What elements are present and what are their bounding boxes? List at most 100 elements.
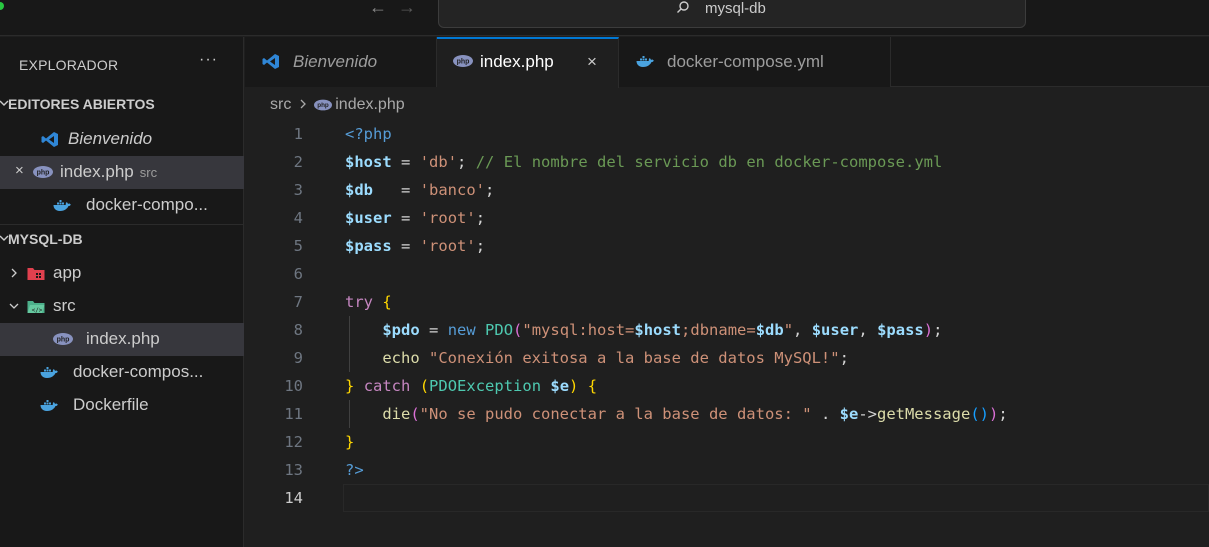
code-line[interactable]: 10 } catch (PDOException $e) { xyxy=(245,372,1209,400)
line-number: 6 xyxy=(293,265,303,283)
open-editors-section[interactable]: EDITORES ABIERTOS xyxy=(0,90,244,120)
svg-text:php: php xyxy=(37,170,50,177)
php-icon: php xyxy=(453,55,473,67)
tree-item-label: Dockerfile xyxy=(73,395,149,414)
open-editor-label: index.php xyxy=(60,162,134,181)
tree-item-dockerfile[interactable]: Dockerfile xyxy=(0,389,244,422)
line-number: 5 xyxy=(293,237,303,255)
php-icon: php xyxy=(53,333,73,345)
command-center-text: mysql-db xyxy=(705,0,766,17)
line-number: 13 xyxy=(284,461,303,479)
tab-label: Bienvenido xyxy=(293,52,378,71)
explorer-title: EXPLORADOR xyxy=(19,57,119,73)
line-number: 2 xyxy=(293,153,303,171)
breadcrumb-folder[interactable]: src xyxy=(270,96,291,113)
breadcrumb: src php index.php xyxy=(270,96,405,118)
line-number: 8 xyxy=(293,321,303,339)
code-line[interactable]: 12} xyxy=(245,428,1209,456)
code-line[interactable]: 5 $pass = 'root'; xyxy=(245,232,1209,260)
open-editor-item-index-php[interactable]: × php index.php src xyxy=(0,156,244,189)
vscode-icon xyxy=(262,54,279,69)
current-line-highlight xyxy=(343,484,1209,512)
chevron-down-icon xyxy=(9,303,19,309)
explorer-header: EXPLORADOR ··· xyxy=(0,37,244,89)
workspace-section[interactable]: MYSQL-DB xyxy=(0,224,244,254)
code-text: $db = 'banco'; xyxy=(345,181,495,199)
docker-icon xyxy=(40,400,58,411)
code-text: $user = 'root'; xyxy=(345,209,486,227)
code-text: } catch (PDOException $e) { xyxy=(345,377,598,395)
vscode-icon xyxy=(41,132,58,147)
open-editor-item-docker-compose[interactable]: docker-compo... xyxy=(0,189,244,222)
code-text: $pass = 'root'; xyxy=(345,237,486,255)
docker-icon xyxy=(53,200,71,211)
code-line[interactable]: 9 echo "Conexión exitosa a la base de da… xyxy=(245,344,1209,372)
code-line[interactable]: 11 die("No se pudo conectar a la base de… xyxy=(245,400,1209,428)
chevron-right-icon xyxy=(300,99,306,109)
search-icon xyxy=(677,1,689,13)
back-arrow-icon[interactable]: ← xyxy=(369,0,387,16)
code-line[interactable]: 13 ?> xyxy=(245,456,1209,484)
tree-item-label: app xyxy=(53,263,82,282)
line-number: 7 xyxy=(293,293,303,311)
code-line[interactable]: 6 xyxy=(245,260,1209,288)
open-editors-label: EDITORES ABIERTOS xyxy=(8,96,155,112)
tree-item-index-php[interactable]: php index.php xyxy=(0,323,244,356)
php-icon: php xyxy=(33,166,53,178)
line-number: 9 xyxy=(293,349,303,367)
folder-app-icon xyxy=(27,268,45,280)
line-number: 3 xyxy=(293,181,303,199)
code-text: ?> xyxy=(345,461,364,479)
close-icon[interactable]: × xyxy=(587,52,597,72)
open-editor-label: Bienvenido xyxy=(68,129,153,148)
tree-item-docker-compose[interactable]: docker-compos... xyxy=(0,356,244,389)
tab-label: docker-compose.yml xyxy=(667,52,824,71)
code-line[interactable]: 14 xyxy=(245,484,1209,512)
editor-tab-bar: Bienvenido php index.php × docker-compos… xyxy=(245,37,1209,88)
explorer-sidebar: EXPLORADOR ··· EDITORES ABIERTOS Bienven… xyxy=(0,37,244,547)
tree-item-app[interactable]: app xyxy=(0,257,244,290)
code-line[interactable]: 7 try { xyxy=(245,288,1209,316)
code-editor[interactable]: 1 <?php 2 $host = 'db'; // El nombre del se… xyxy=(245,120,1209,547)
docker-icon xyxy=(40,367,58,378)
tree-item-label: docker-compos... xyxy=(73,362,204,381)
folder-src-icon: </> xyxy=(27,301,45,314)
tab-docker-compose[interactable]: docker-compose.yml xyxy=(619,37,891,87)
code-text: die("No se pudo conectar a la base de da… xyxy=(382,405,1008,423)
open-editor-item-bienvenido[interactable]: Bienvenido xyxy=(0,123,244,156)
code-text: } xyxy=(345,433,355,451)
docker-icon xyxy=(636,56,654,67)
tree-item-label: index.php xyxy=(86,329,160,348)
code-text: <?php xyxy=(345,125,392,143)
code-line[interactable]: 2 $host = 'db'; // El nombre del servicio… xyxy=(245,148,1209,176)
more-actions-button[interactable]: ··· xyxy=(199,51,218,69)
php-icon: php xyxy=(314,99,333,111)
title-bar: ← → mysql-db xyxy=(0,0,1209,36)
code-line[interactable]: 3 $db = 'banco'; xyxy=(245,176,1209,204)
command-center-search[interactable]: mysql-db xyxy=(438,0,1026,28)
svg-text:</>: </> xyxy=(32,307,43,314)
close-icon[interactable]: × xyxy=(15,162,24,179)
line-number: 12 xyxy=(284,433,303,451)
tree-item-src[interactable]: </> src xyxy=(0,290,244,323)
code-line[interactable]: 4 $user = 'root'; xyxy=(245,204,1209,232)
code-line[interactable]: 8 $pdo = new PDO("mysql:host=$host;dbnam… xyxy=(245,316,1209,344)
line-number: 10 xyxy=(284,377,303,395)
window-close-button[interactable] xyxy=(0,2,4,10)
code-line[interactable]: 1 <?php xyxy=(245,120,1209,148)
svg-text:php: php xyxy=(457,59,470,66)
svg-text:php: php xyxy=(317,102,329,109)
line-number: 11 xyxy=(284,405,303,423)
forward-arrow-icon[interactable]: → xyxy=(398,0,416,16)
code-text: try { xyxy=(345,293,392,311)
code-text: $host = 'db'; // El nombre del servicio … xyxy=(345,153,943,171)
tab-bienvenido[interactable]: Bienvenido xyxy=(245,37,437,87)
line-number: 1 xyxy=(293,125,303,143)
breadcrumb-file[interactable]: index.php xyxy=(335,96,404,113)
svg-text:php: php xyxy=(57,337,70,344)
code-text: echo "Conexión exitosa a la base de dato… xyxy=(382,349,849,367)
tree-item-label: src xyxy=(53,296,76,315)
tab-index-php[interactable]: php index.php × xyxy=(437,37,619,88)
open-editor-desc: src xyxy=(139,165,158,180)
tab-label: index.php xyxy=(480,52,554,71)
